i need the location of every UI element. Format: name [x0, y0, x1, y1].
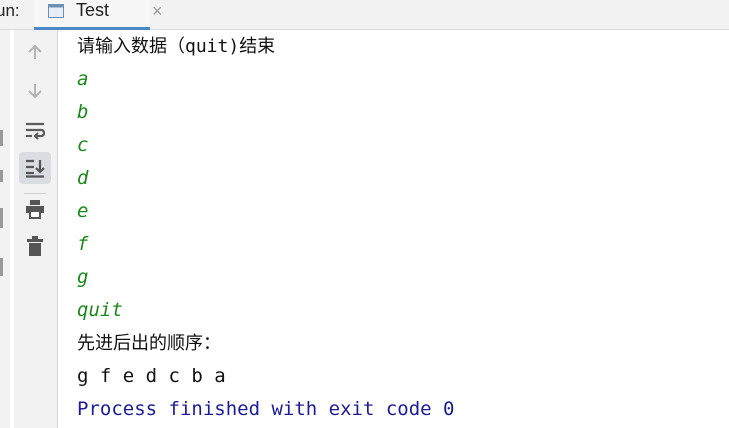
console-output[interactable]: 请输入数据（quit)结束 a b c d e f g quit 先进后出的顺序…: [77, 30, 727, 428]
close-icon[interactable]: ×: [152, 1, 163, 21]
prompt-pre-text: 请输入数据（: [77, 36, 185, 57]
arrow-up-icon: [28, 44, 42, 59]
result-label: 先进后出的顺序：: [77, 333, 221, 354]
strip-mark: [0, 130, 3, 146]
tab-test[interactable]: Test ×: [34, 0, 163, 30]
tab-title: Test: [76, 0, 110, 20]
user-input-line: b: [77, 101, 89, 123]
trash-icon: [27, 236, 43, 256]
result-values: g f e d c b a: [77, 365, 226, 387]
arrow-down-icon: [28, 84, 42, 99]
run-label: un:: [0, 1, 20, 20]
user-input-line: a: [77, 68, 89, 90]
strip-mark: [0, 170, 3, 182]
left-edge-strip: [0, 30, 10, 428]
up-button[interactable]: [19, 36, 51, 68]
print-icon: [26, 200, 44, 219]
soft-wrap-icon: [26, 122, 46, 140]
scroll-to-end-button[interactable]: [19, 152, 51, 184]
user-input-line: c: [77, 134, 89, 156]
user-input-line: e: [77, 200, 89, 222]
down-button[interactable]: [19, 75, 51, 107]
tool-window-header: un: Test ×: [0, 0, 729, 30]
prompt-quit-text: quit): [185, 36, 240, 57]
user-input-line: f: [77, 233, 89, 255]
strip-mark: [0, 258, 3, 276]
exit-message: Process finished with exit code 0: [77, 398, 455, 420]
clear-button[interactable]: [19, 230, 51, 262]
soft-wrap-button[interactable]: [19, 114, 51, 146]
input-prompt: 请输入数据（quit)结束: [77, 30, 275, 63]
prompt-post-text: 结束: [239, 36, 276, 57]
strip-mark: [0, 208, 3, 228]
console-toolbar: [14, 30, 58, 428]
user-input-line: quit: [77, 299, 123, 321]
print-button[interactable]: [19, 193, 51, 225]
user-input-line: d: [77, 167, 89, 189]
console-tab-icon: [48, 4, 64, 18]
scroll-to-end-icon: [26, 159, 45, 178]
user-input-line: g: [77, 266, 89, 288]
